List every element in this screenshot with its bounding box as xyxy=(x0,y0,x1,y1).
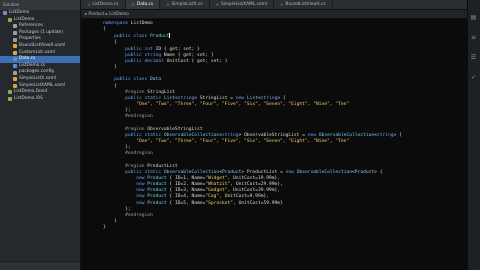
editor-tab[interactable]: × SimpleListXAML.xaml xyxy=(210,0,275,9)
text-caret xyxy=(169,33,171,39)
file-icon xyxy=(13,31,17,36)
editor-tab[interactable]: × Data.cs xyxy=(125,0,161,9)
solution-item[interactable]: References xyxy=(0,23,80,30)
tab-label: ListDemo.cs xyxy=(92,2,119,7)
tab-label: Data.cs xyxy=(136,2,154,7)
file-icon xyxy=(13,64,17,69)
close-icon[interactable]: × xyxy=(166,0,169,9)
code-editor[interactable]: namespace ListDemo{ public class Product… xyxy=(81,19,467,270)
solution-item-label: Data.cs xyxy=(19,56,36,62)
file-icon xyxy=(13,83,17,88)
solution-item[interactable]: packages.config xyxy=(0,69,80,76)
solution-pad: Solution ListDemo ListDemo References Packa… xyxy=(0,0,81,270)
solution-item-label: References xyxy=(19,23,43,29)
unit-tests-icon[interactable]: ✓ xyxy=(470,74,477,81)
file-icon xyxy=(8,97,12,102)
file-icon xyxy=(13,77,17,82)
close-icon[interactable]: × xyxy=(132,0,135,9)
solution-item[interactable]: CustomList.xaml xyxy=(0,50,80,57)
solution-item-label: SimpleListX.xaml xyxy=(19,75,57,81)
solution-item[interactable]: Data.cs xyxy=(0,56,80,63)
solution-item-label: ListDemo.Droid xyxy=(14,89,48,95)
solution-item[interactable]: ListDemo xyxy=(0,10,80,17)
close-icon[interactable]: × xyxy=(87,0,90,9)
solution-pad-footer xyxy=(0,261,80,270)
tab-label: SimpleListX.cs xyxy=(171,2,203,7)
solution-item-label: ListDemo.iOS xyxy=(14,95,43,101)
file-icon xyxy=(13,70,17,75)
breadcrumb[interactable]: ▸ Product ▸ ListDemo xyxy=(81,10,467,19)
solution-item-label: BoundListViewX.xaml xyxy=(19,42,66,48)
solution-item-label: ListDemo xyxy=(9,10,30,15)
file-icon xyxy=(13,50,17,55)
file-icon xyxy=(13,37,17,42)
line-gutter xyxy=(81,19,95,270)
editor-tabs: × ListDemo.cs × Data.cs × SimpleListX.cs × Simp… xyxy=(81,0,467,10)
editor-tab[interactable]: × ListDemo.cs xyxy=(81,0,126,9)
solution-item[interactable]: ListDemo.iOS xyxy=(0,96,80,103)
solution-item[interactable]: Properties xyxy=(0,36,80,43)
editor-tab[interactable]: × SimpleListX.cs xyxy=(160,0,210,9)
code-text[interactable]: namespace ListDemo{ public class Product… xyxy=(103,21,463,231)
code-line: public class Product xyxy=(103,33,171,40)
document-outline-icon[interactable]: ☰ xyxy=(470,54,477,61)
solution-item-label: Properties xyxy=(19,36,41,42)
solution-item[interactable]: SimpleListX.xaml xyxy=(0,76,80,83)
tab-label: SimpleListXAML.xaml xyxy=(220,2,268,7)
file-icon xyxy=(13,57,17,62)
close-icon[interactable]: × xyxy=(280,0,283,9)
solution-item[interactable]: ListDemo.Droid xyxy=(0,89,80,96)
right-pad-bar: ▤ ≡ ☰ ✓ xyxy=(467,0,480,270)
solution-item[interactable]: BoundListViewX.xaml xyxy=(0,43,80,50)
file-icon xyxy=(8,90,12,95)
solution-pad-header: Solution xyxy=(0,0,80,10)
solution-tree: ListDemo ListDemo References Packages (1 up… xyxy=(0,10,80,102)
properties-icon[interactable]: ≡ xyxy=(470,34,477,41)
toolbox-icon[interactable]: ▤ xyxy=(470,14,477,21)
file-icon xyxy=(13,44,17,49)
close-icon[interactable]: × xyxy=(216,0,219,9)
file-icon xyxy=(3,11,7,16)
code-line: } xyxy=(103,225,106,231)
solution-item-label: packages.config xyxy=(19,69,54,75)
editor-tab[interactable]: × BoundListViewX.cs xyxy=(274,0,333,9)
file-icon xyxy=(13,24,17,29)
tab-label: BoundListViewX.cs xyxy=(285,2,326,7)
file-icon xyxy=(8,17,12,22)
